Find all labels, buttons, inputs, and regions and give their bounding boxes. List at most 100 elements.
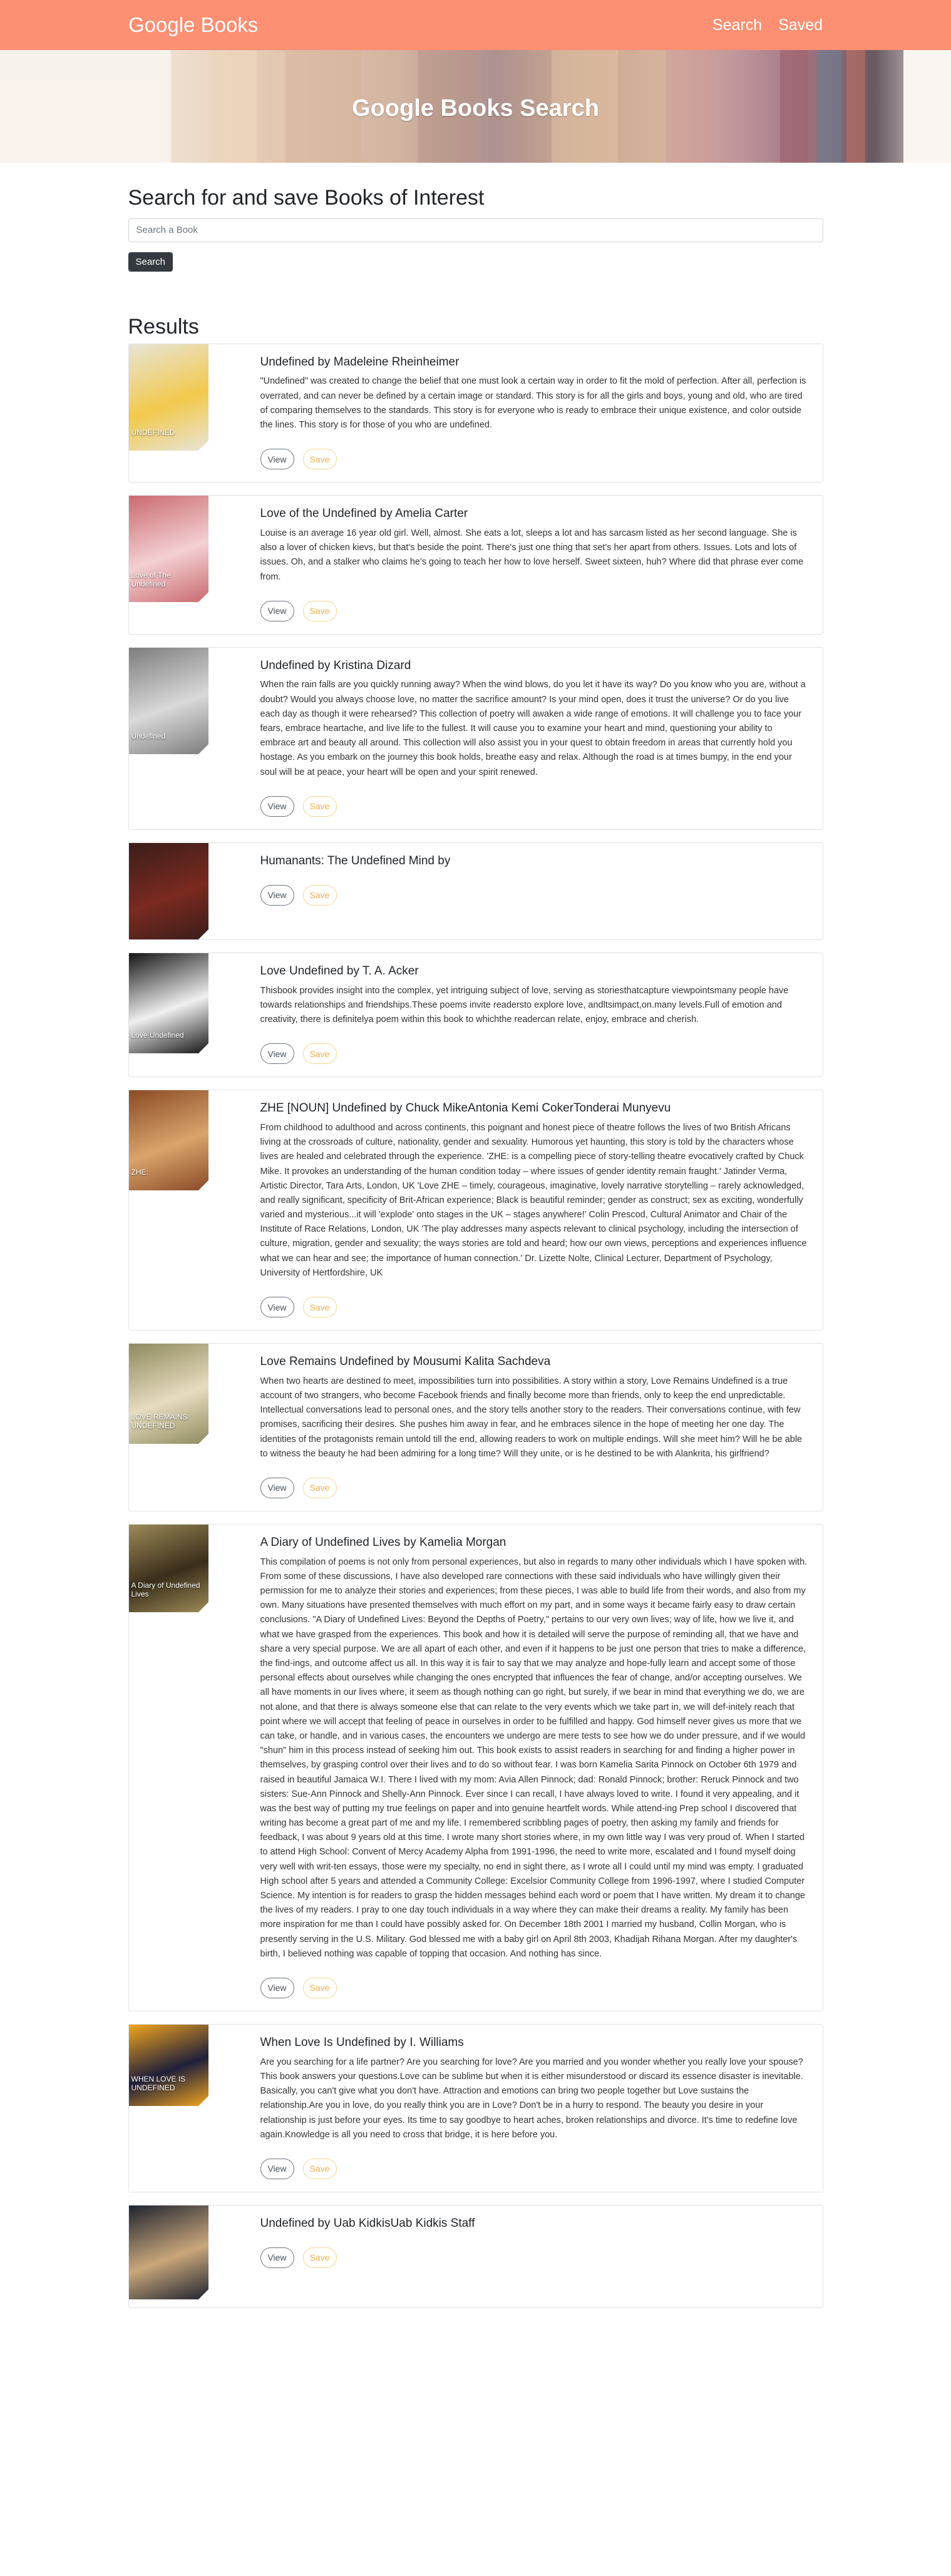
book-card: WHEN LOVE IS UNDEFINED When Love Is Undef… (128, 2023, 823, 2192)
book-actions: View Save (260, 795, 810, 817)
book-description: This compilation of poems is not only fr… (260, 1556, 808, 1959)
book-cover-title: Love of The Undefined (131, 571, 171, 589)
view-button[interactable]: View (260, 1297, 294, 1318)
book-card: ZHE: ZHE [NOUN] Undefined by Chuck MikeAn… (128, 1090, 823, 1331)
book-cover-image[interactable]: A Diary of Undefined Lives (128, 1524, 208, 1612)
book-card: Love of The Undefined Love of the Undefin… (128, 495, 823, 635)
book-info: When Love Is Undefined by I. Williams Are… (210, 2025, 823, 2192)
view-button[interactable]: View (260, 2158, 294, 2179)
view-button[interactable]: View (260, 1043, 294, 1065)
main-content: Search for and save Books of Interest Se… (128, 185, 823, 2308)
book-cover-title: WHEN LOVE IS UNDEFINED (131, 2074, 186, 2092)
view-button[interactable]: View (260, 1977, 294, 1998)
book-title: ZHE [NOUN] Undefined by Chuck MikeAntoni… (260, 1101, 671, 1115)
book-card: LOVE REMAINS UNDEFINED Love Remains Undef… (128, 1343, 823, 1511)
book-cover-image[interactable] (128, 2205, 208, 2299)
book-actions: View Save (260, 884, 810, 906)
book-actions: View Save (260, 1977, 810, 1998)
book-card: Undefined Undefined by Kristina Dizard Whe… (128, 647, 823, 830)
nav-links: Search Saved (712, 16, 823, 34)
view-button[interactable]: View (260, 600, 294, 621)
book-cover-image[interactable]: WHEN LOVE IS UNDEFINED (128, 2024, 208, 2106)
book-cover-title: UNDEFINED (131, 427, 175, 437)
book-cover-image[interactable]: UNDEFINED (128, 344, 208, 451)
book-cover-title: Love Undefined (131, 1030, 184, 1040)
hero-banner: Google Books Search (0, 50, 951, 163)
book-info: Love of the Undefined by Amelia Carter Lo… (210, 496, 823, 634)
book-actions: View Save (260, 2158, 810, 2179)
search-heading: Search for and save Books of Interest (128, 186, 485, 210)
book-cover: LOVE REMAINS UNDEFINED (128, 1344, 210, 1511)
book-description: When the rain falls are you quickly runn… (260, 680, 806, 777)
book-info: A Diary of Undefined Lives by Kamelia Mo… (210, 1525, 823, 2011)
book-info: Undefined by Uab KidkisUab Kidkis Staff V… (210, 2205, 823, 2308)
book-cover-image[interactable] (128, 842, 208, 939)
hero-title: Google Books Search (352, 95, 599, 121)
book-info: Love Remains Undefined by Mousumi Kalita… (210, 1344, 823, 1511)
book-cover: ZHE: (128, 1090, 210, 1330)
view-button[interactable]: View (260, 1477, 294, 1498)
book-title: Undefined by Kristina Dizard (260, 658, 411, 672)
search-button[interactable]: Search (128, 252, 173, 272)
view-button[interactable]: View (260, 795, 294, 817)
book-description: From childhood to adulthood and across c… (260, 1122, 807, 1278)
book-cover-title: ZHE: (131, 1168, 148, 1177)
view-button[interactable]: View (260, 2247, 294, 2268)
save-button[interactable]: Save (302, 1297, 337, 1318)
save-button[interactable]: Save (302, 1043, 337, 1065)
book-cover: WHEN LOVE IS UNDEFINED (128, 2024, 210, 2192)
nav-saved-link[interactable]: Saved (778, 16, 823, 34)
book-description: Thisbook provides insight into the compl… (260, 985, 789, 1025)
book-cover-image[interactable]: Love of The Undefined (128, 496, 208, 603)
book-actions: View Save (260, 1477, 810, 1498)
book-title: Love of the Undefined by Amelia Carter (260, 507, 468, 521)
book-cover-image[interactable]: ZHE: (128, 1090, 208, 1191)
save-button[interactable]: Save (302, 449, 337, 470)
book-info: ZHE [NOUN] Undefined by Chuck MikeAntoni… (210, 1090, 823, 1330)
book-description: Louise is an average 16 year old girl. W… (260, 528, 804, 582)
nav-search-link[interactable]: Search (712, 16, 762, 34)
book-cover-title: A Diary of Undefined Lives (131, 1580, 200, 1598)
save-button[interactable]: Save (302, 884, 337, 906)
book-cover-image[interactable]: Undefined (128, 647, 208, 754)
book-title: Undefined by Uab KidkisUab Kidkis Staff (260, 2216, 475, 2230)
save-button[interactable]: Save (302, 2158, 337, 2179)
book-cover: Love Undefined (128, 953, 210, 1076)
book-cover-image[interactable]: LOVE REMAINS UNDEFINED (128, 1344, 208, 1444)
book-title: When Love Is Undefined by I. Williams (260, 2035, 464, 2049)
book-title: A Diary of Undefined Lives by Kamelia Mo… (260, 1535, 506, 1549)
book-info: Love Undefined by T. A. Acker Thisbook pr… (210, 953, 823, 1076)
save-button[interactable]: Save (302, 1477, 337, 1498)
book-card: Humanants: The Undefined Mind by View Save (128, 842, 823, 940)
book-actions: View Save (260, 449, 810, 470)
view-button[interactable]: View (260, 449, 294, 470)
book-cover-image[interactable]: Love Undefined (128, 953, 208, 1053)
book-cover (128, 2205, 210, 2308)
book-card: Love Undefined Love Undefined by T. A. Ac… (128, 952, 823, 1078)
book-info: Humanants: The Undefined Mind by View Save (210, 843, 823, 939)
book-card: UNDEFINED Undefined by Madeleine Rheinhei… (128, 343, 823, 483)
brand-link[interactable]: Google Books (128, 13, 258, 37)
book-title: Love Undefined by T. A. Acker (260, 964, 419, 978)
view-button[interactable]: View (260, 884, 294, 906)
book-info: Undefined by Kristina Dizard When the rai… (210, 648, 823, 829)
save-button[interactable]: Save (302, 795, 337, 817)
book-actions: View Save (260, 1043, 810, 1065)
search-input[interactable] (128, 218, 823, 242)
book-cover-title: LOVE REMAINS UNDEFINED (131, 1413, 188, 1431)
book-title: Love Remains Undefined by Mousumi Kalita… (260, 1355, 551, 1369)
save-button[interactable]: Save (302, 600, 337, 621)
book-cover: Undefined (128, 647, 210, 829)
save-button[interactable]: Save (302, 2247, 337, 2268)
book-cover: A Diary of Undefined Lives (128, 1524, 210, 2011)
results-heading: Results (128, 314, 199, 339)
book-actions: View Save (260, 600, 810, 621)
book-card: A Diary of Undefined Lives A Diary of Und… (128, 1523, 823, 2011)
book-cover (128, 842, 210, 939)
book-cover: Love of The Undefined (128, 496, 210, 634)
book-title: Undefined by Madeleine Rheinheimer (260, 355, 460, 369)
book-card: Undefined by Uab KidkisUab Kidkis Staff V… (128, 2204, 823, 2308)
book-description: "Undefined" was created to change the be… (260, 376, 806, 430)
save-button[interactable]: Save (302, 1977, 337, 1998)
book-description: Are you searching for a life partner? Ar… (260, 2057, 803, 2140)
